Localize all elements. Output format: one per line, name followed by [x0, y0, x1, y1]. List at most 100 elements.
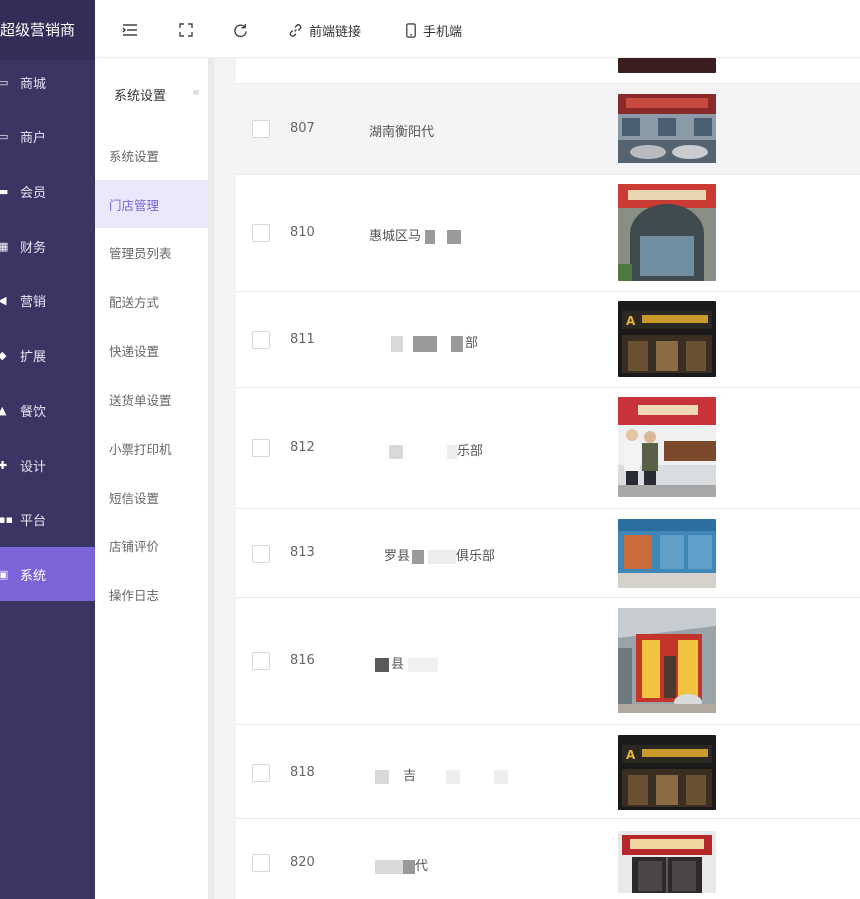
svg-text:A: A	[626, 314, 636, 328]
row-id: 818	[290, 765, 315, 780]
store-image	[618, 94, 716, 163]
fullscreen-icon	[179, 23, 193, 37]
store-photo-icon: A	[618, 735, 716, 810]
table-row[interactable]: 810 惠城区马	[236, 175, 860, 292]
subnav-item-receipt-printer[interactable]: 小票打印机	[95, 424, 208, 472]
subnav-item-admin-list[interactable]: 管理员列表	[95, 228, 208, 276]
row-id: 807	[290, 121, 315, 136]
frontend-link-button[interactable]: 前端链接	[288, 18, 361, 42]
subnav-item-shop-review[interactable]: 店铺评价	[95, 521, 208, 569]
store-image	[618, 519, 716, 588]
fullscreen-button[interactable]	[179, 18, 199, 42]
cloche-icon: ▲	[0, 403, 7, 417]
store-photo-icon	[618, 831, 716, 893]
sidebar-item-marketing[interactable]: ◀ 营销	[0, 273, 95, 327]
row-id: 820	[290, 855, 315, 870]
row-name: 代	[375, 855, 428, 874]
collapse-subnav-button[interactable]: «	[186, 82, 206, 102]
table-row[interactable]: 811 部 A	[236, 292, 860, 388]
row-name: 吉	[375, 765, 509, 784]
subnav-item-store-management[interactable]: 门店管理	[95, 180, 208, 228]
svg-text:A: A	[626, 748, 636, 762]
store-image	[618, 184, 716, 281]
store-photo-icon	[618, 397, 716, 497]
row-checkbox[interactable]	[252, 854, 270, 872]
mobile-label: 手机端	[423, 24, 463, 40]
puzzle-icon: ✚	[0, 458, 8, 472]
row-checkbox[interactable]	[252, 439, 270, 457]
frontend-link-label: 前端链接	[309, 24, 362, 40]
table-row	[236, 58, 860, 84]
sidebar-item-platform[interactable]: ▪▪ 平台	[0, 492, 95, 546]
row-checkbox[interactable]	[252, 764, 270, 782]
subnav-title: 系统设置	[114, 89, 167, 104]
store-photo-icon	[618, 184, 716, 281]
megaphone-icon: ◀	[0, 293, 7, 307]
row-id: 816	[290, 653, 315, 668]
refresh-icon	[234, 23, 247, 37]
store-photo-icon	[618, 519, 716, 588]
row-checkbox[interactable]	[252, 224, 270, 242]
monitor-icon: ▭	[0, 129, 9, 143]
sidebar-item-merchant[interactable]: ▭ 商户	[0, 109, 95, 163]
store-photo-icon	[618, 94, 716, 163]
sidebar-item-catering[interactable]: ▲ 餐饮	[0, 383, 95, 437]
store-image	[618, 608, 716, 713]
row-name: 县	[375, 653, 439, 672]
sidebar-item-member[interactable]: ▬ 会员	[0, 164, 95, 218]
subnav-item-operation-log[interactable]: 操作日志	[95, 570, 208, 618]
store-photo-icon	[618, 608, 716, 713]
store-image: A	[618, 735, 716, 810]
table-row[interactable]: 812 乐部	[236, 388, 860, 509]
row-name: 部	[391, 332, 478, 352]
table-row[interactable]: 816 县	[236, 598, 860, 725]
row-name: 湖南衡阳代	[369, 125, 435, 140]
subnav-item-delivery-method[interactable]: 配送方式	[95, 277, 208, 325]
row-id: 811	[290, 332, 315, 347]
table-row[interactable]: 820 代	[236, 819, 860, 899]
link-icon	[289, 23, 302, 37]
row-id: 810	[290, 225, 315, 240]
store-image: A	[618, 301, 716, 377]
subnav-item-delivery-note[interactable]: 送货单设置	[95, 375, 208, 423]
row-checkbox[interactable]	[252, 652, 270, 670]
menu-fold-icon	[122, 24, 137, 36]
table-row[interactable]: 807 湖南衡阳代	[236, 84, 860, 175]
top-toolbar	[95, 0, 860, 58]
row-checkbox[interactable]	[252, 331, 270, 349]
mobile-button[interactable]: 手机端	[405, 18, 462, 42]
grid-icon: ▪▪	[0, 512, 13, 526]
table-row[interactable]: 813 罗县 俱乐部	[236, 509, 860, 598]
store-photo-icon: A	[618, 301, 716, 377]
row-name: 乐部	[389, 440, 483, 459]
phone-icon	[406, 22, 416, 38]
sidebar-item-design[interactable]: ✚ 设计	[0, 438, 95, 492]
row-id: 813	[290, 545, 315, 560]
subnav-item-sms-settings[interactable]: 短信设置	[95, 473, 208, 521]
row-checkbox[interactable]	[252, 120, 270, 138]
card-icon: ▬	[0, 184, 9, 198]
row-name: 罗县 俱乐部	[384, 549, 496, 564]
table-row[interactable]: 818 吉 A	[236, 725, 860, 819]
store-image	[618, 397, 716, 497]
chart-icon: ▣	[0, 567, 9, 581]
row-checkbox[interactable]	[252, 545, 270, 563]
menu-fold-button[interactable]	[122, 18, 144, 42]
cube-icon: ◆	[0, 348, 7, 362]
store-image	[618, 58, 716, 73]
subnav-item-system-settings[interactable]: 系统设置	[95, 131, 208, 179]
store-image	[618, 831, 716, 893]
brand-title: 超级营销商	[0, 0, 95, 60]
row-id: 812	[290, 440, 315, 455]
monitor-icon: ▭	[0, 75, 9, 89]
sidebar-item-system[interactable]: ▣ 系统	[0, 547, 95, 601]
ledger-icon: ▦	[0, 239, 9, 253]
scroll-track[interactable]	[208, 58, 214, 899]
subnav-item-express-settings[interactable]: 快递设置	[95, 326, 208, 374]
sidebar-item-finance[interactable]: ▦ 财务	[0, 219, 95, 273]
sidebar-item-mall[interactable]: ▭ 商城	[0, 55, 95, 109]
store-table: 807 湖南衡阳代 810 惠城区马 811 部 A 812 乐部 813 罗县…	[236, 58, 860, 899]
refresh-button[interactable]	[233, 18, 254, 42]
row-name: 惠城区马	[369, 225, 462, 244]
sidebar-item-extend[interactable]: ◆ 扩展	[0, 328, 95, 382]
